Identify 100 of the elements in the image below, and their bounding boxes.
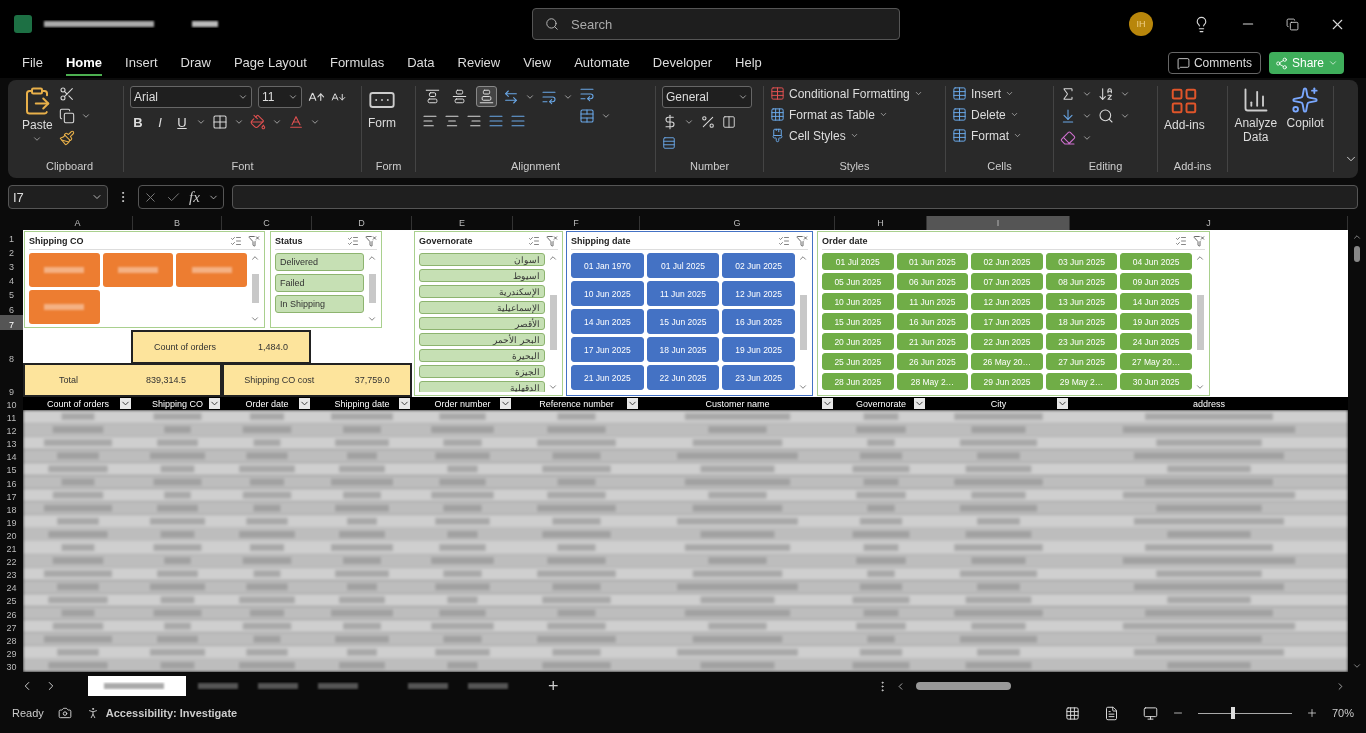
slicer-item[interactable]: 23 Jun 2025: [722, 365, 795, 390]
sort-filter-icon[interactable]: [1098, 86, 1114, 102]
orientation-icon[interactable]: [503, 88, 519, 105]
cut-icon[interactable]: [58, 86, 75, 102]
zoom-in-icon[interactable]: [1305, 707, 1318, 719]
caret-icon[interactable]: [1120, 111, 1130, 121]
clear-filter-icon[interactable]: [248, 235, 260, 247]
add-ins-button[interactable]: Add-ins: [1164, 86, 1205, 132]
slicer-item[interactable]: 16 Jun 2025: [722, 309, 795, 334]
page-layout-icon[interactable]: [1103, 705, 1119, 721]
scroll-up-icon[interactable]: [548, 253, 558, 263]
currency-icon[interactable]: [662, 114, 678, 130]
filter-dropdown[interactable]: [1057, 398, 1068, 409]
caret-icon[interactable]: [1013, 131, 1022, 140]
filter-dropdown[interactable]: [914, 398, 925, 409]
menu-tab[interactable]: Page Layout: [233, 50, 307, 76]
number-format-dropdown[interactable]: General: [662, 86, 752, 108]
slicer-item[interactable]: الدقهلية: [419, 381, 545, 392]
caret-icon[interactable]: [272, 117, 282, 127]
scrollbar-thumb[interactable]: [1196, 294, 1204, 351]
caret-icon[interactable]: [1082, 133, 1092, 143]
menu-tab[interactable]: Developer: [652, 50, 713, 76]
percent-icon[interactable]: [700, 114, 716, 130]
comments-button[interactable]: Comments: [1167, 52, 1261, 74]
scroll-down-icon[interactable]: [798, 382, 808, 392]
styles-menu-button[interactable]: Format as Table: [770, 107, 888, 122]
scroll-up-icon[interactable]: [367, 253, 377, 263]
caret-icon[interactable]: [288, 92, 298, 102]
zoom-thumb[interactable]: [1230, 707, 1235, 719]
slicer-item[interactable]: البحيرة: [419, 349, 545, 362]
menu-tab[interactable]: Insert: [125, 50, 158, 76]
slicer-item[interactable]: 22 Jun 2025: [646, 365, 720, 390]
merge-cells-icon[interactable]: [579, 108, 595, 124]
scrollbar[interactable]: [798, 253, 808, 392]
styles-menu-button[interactable]: Cell Styles: [770, 128, 859, 143]
scrollbar-thumb[interactable]: [368, 274, 376, 303]
slicer-item[interactable]: Failed: [275, 274, 364, 292]
menu-tab[interactable]: Draw: [180, 50, 211, 76]
scroll-down-icon[interactable]: [548, 382, 558, 392]
scrollbar-thumb[interactable]: [799, 294, 807, 351]
slicer-item[interactable]: 02 Jun 2025: [722, 253, 795, 278]
multi-select-icon[interactable]: [778, 235, 790, 247]
fill-icon[interactable]: [1060, 108, 1076, 124]
styles-menu-button[interactable]: Conditional Formatting: [770, 86, 923, 101]
caret-icon[interactable]: [310, 117, 320, 127]
name-box[interactable]: I7: [8, 185, 108, 209]
slicer-item[interactable]: 14 Jun 2025: [571, 309, 644, 334]
scroll-up-icon[interactable]: [798, 253, 808, 263]
slicer-item[interactable]: Delivered: [275, 253, 364, 271]
slicer-item[interactable]: In Shipping: [275, 295, 364, 313]
clear-filter-icon[interactable]: [1193, 235, 1205, 247]
underline-button[interactable]: U: [174, 114, 190, 130]
filter-dropdown[interactable]: [120, 398, 131, 409]
slicer-item[interactable]: 21 Jun 2025: [571, 365, 644, 390]
normal-view-icon[interactable]: [1064, 705, 1080, 721]
slicer-item[interactable]: اسيوط: [419, 269, 545, 282]
cells-menu-button[interactable]: Delete: [952, 107, 1019, 122]
slicer-item[interactable]: الجيزة: [419, 365, 545, 378]
caret-icon[interactable]: [684, 117, 694, 127]
menu-tab[interactable]: File: [22, 50, 43, 76]
caret-icon[interactable]: [601, 111, 611, 121]
scrollbar-thumb[interactable]: [916, 682, 1011, 690]
filter-dropdown[interactable]: [627, 398, 638, 409]
scrollbar[interactable]: [250, 253, 260, 324]
accessibility-status[interactable]: Accessibility: Investigate: [105, 707, 238, 719]
caret-icon[interactable]: [32, 134, 43, 144]
restore-icon[interactable]: [1286, 17, 1299, 31]
font-size-dropdown[interactable]: 11: [258, 86, 302, 108]
eraser-icon[interactable]: [1060, 130, 1076, 146]
clear-filter-icon[interactable]: [546, 235, 558, 247]
slicer-item[interactable]: 10 Jun 2025: [571, 281, 644, 306]
caret-icon[interactable]: [234, 117, 244, 127]
form-button[interactable]: Form: [368, 86, 396, 130]
paste-button[interactable]: Paste: [22, 86, 53, 144]
scrollbar-thumb[interactable]: [1354, 246, 1360, 262]
format-painter-icon[interactable]: [58, 130, 75, 146]
scrollbar-thumb[interactable]: [251, 274, 259, 303]
align-center-icon[interactable]: [444, 113, 460, 129]
search-field[interactable]: Search: [532, 8, 900, 40]
caret-icon[interactable]: [238, 92, 248, 102]
menu-tab[interactable]: Help: [735, 50, 762, 76]
filter-dropdown[interactable]: [500, 398, 511, 409]
scroll-down-icon[interactable]: [1195, 382, 1205, 392]
slicer-item[interactable]: 11 Jun 2025: [646, 281, 720, 306]
menu-tab[interactable]: Home: [65, 50, 103, 76]
scrollbar[interactable]: [367, 253, 377, 324]
sparkle-icon[interactable]: [1291, 86, 1320, 114]
slicer-item[interactable]: الإسكندرية: [419, 285, 545, 298]
scroll-down-icon[interactable]: [1352, 661, 1362, 671]
clear-filter-icon[interactable]: [365, 235, 377, 247]
menu-tab[interactable]: Automate: [574, 50, 630, 76]
scroll-down-icon[interactable]: [250, 314, 260, 324]
caret-icon[interactable]: [1009, 110, 1019, 119]
filter-dropdown[interactable]: [209, 398, 220, 409]
analysis-button[interactable]: Copilot: [1283, 86, 1327, 130]
scrollbar-thumb[interactable]: [549, 294, 557, 351]
menu-tab[interactable]: Review: [457, 50, 501, 76]
font-name-dropdown[interactable]: Arial: [130, 86, 252, 108]
cells-menu-button[interactable]: Format: [952, 128, 1022, 143]
slicer-item[interactable]: اسوان: [419, 253, 545, 266]
